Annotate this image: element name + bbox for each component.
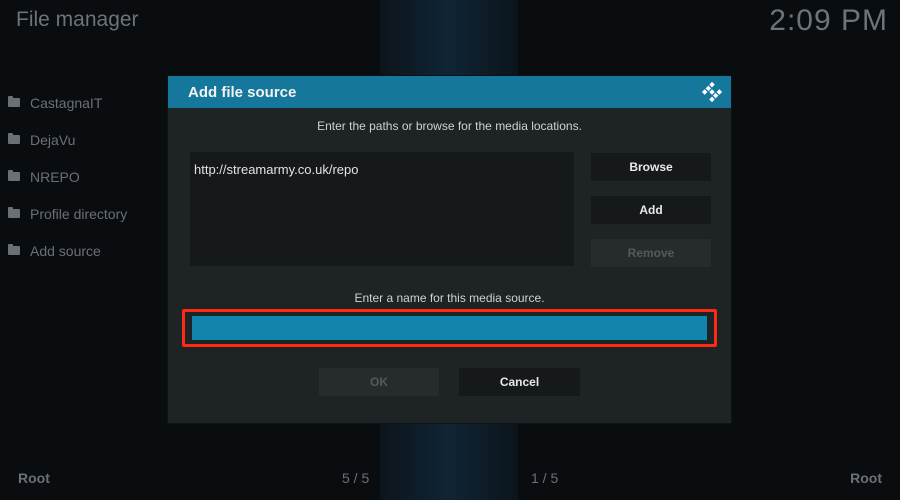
source-item-nrepo[interactable]: NREPO	[8, 158, 127, 195]
footer-root-left: Root	[18, 470, 50, 486]
name-instruction: Enter a name for this media source.	[354, 291, 545, 305]
source-item-add-source[interactable]: Add source	[8, 232, 127, 269]
footer-root-right: Root	[850, 470, 882, 486]
ok-button[interactable]: OK	[319, 368, 439, 396]
source-item-dejavu[interactable]: DejaVu	[8, 121, 127, 158]
source-list: CastagnaIT DejaVu NREPO Profile director…	[8, 84, 127, 269]
dialog-title: Add file source	[188, 83, 297, 101]
add-button[interactable]: Add	[591, 196, 711, 224]
path-item[interactable]: http://streamarmy.co.uk/repo	[194, 162, 359, 177]
remove-button[interactable]: Remove	[591, 239, 711, 267]
clock: 2:09 PM	[769, 4, 888, 37]
source-item-castagnait[interactable]: CastagnaIT	[8, 84, 127, 121]
folder-icon	[8, 170, 20, 181]
source-item-label: Add source	[30, 242, 101, 259]
footer-page-right: 1 / 5	[531, 470, 559, 486]
paths-list[interactable]: http://streamarmy.co.uk/repo	[190, 152, 574, 266]
footer: Root 5 / 5 1 / 5 Root	[0, 470, 900, 490]
dialog-header: Add file source	[168, 76, 731, 108]
source-name-input[interactable]	[192, 316, 707, 340]
source-item-label: DejaVu	[30, 131, 76, 148]
source-item-profile-directory[interactable]: Profile directory	[8, 195, 127, 232]
page-title: File manager	[16, 8, 139, 31]
browse-button[interactable]: Browse	[591, 153, 711, 181]
kodi-logo-icon	[701, 81, 723, 103]
cancel-button[interactable]: Cancel	[459, 368, 580, 396]
folder-icon	[8, 207, 20, 218]
source-item-label: CastagnaIT	[30, 94, 103, 111]
footer-page-left: 5 / 5	[342, 470, 370, 486]
source-item-label: NREPO	[30, 168, 80, 185]
folder-icon	[8, 133, 20, 144]
folder-icon	[8, 96, 20, 107]
add-file-source-dialog: Add file source Enter the paths or brows…	[168, 76, 731, 423]
paths-instruction: Enter the paths or browse for the media …	[317, 119, 582, 133]
source-item-label: Profile directory	[30, 205, 128, 222]
folder-icon	[8, 244, 20, 255]
